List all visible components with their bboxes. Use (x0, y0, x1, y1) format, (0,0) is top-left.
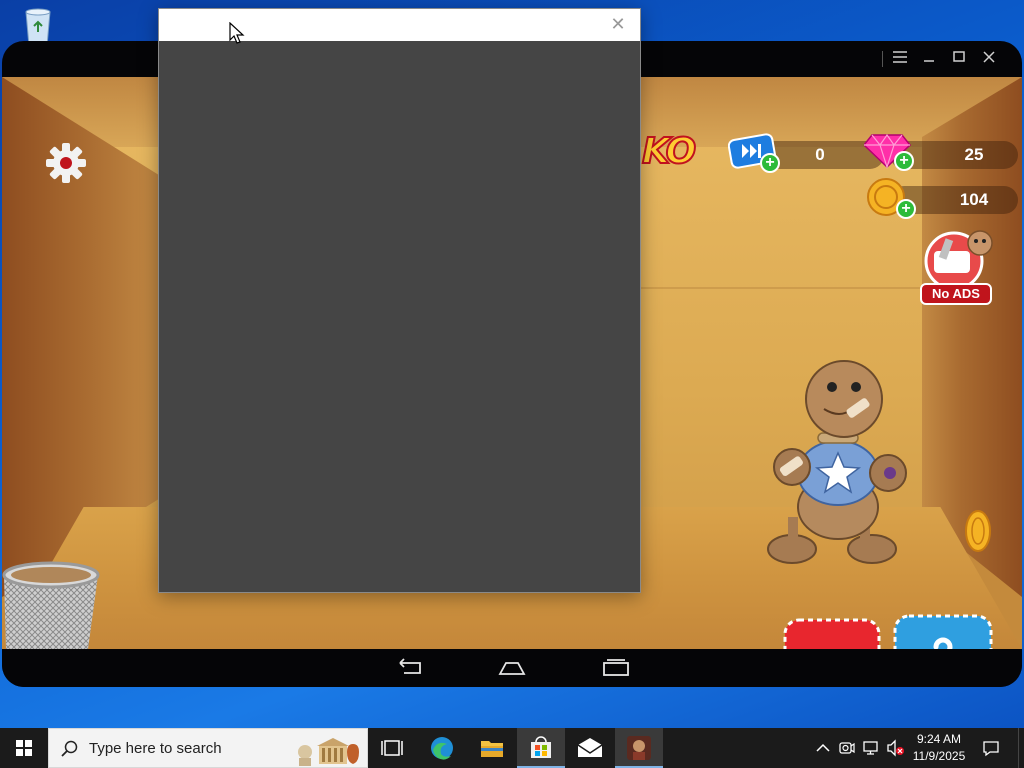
no-ads-label: No ADS (920, 283, 992, 305)
game-app-button[interactable] (615, 728, 663, 768)
task-view-icon (381, 740, 403, 756)
dialog-close-button[interactable]: ✕ (608, 14, 628, 34)
taskbar-clock[interactable]: 9:24 AM 11/9/2025 (906, 731, 972, 765)
edge-icon (431, 737, 453, 760)
outfits-button[interactable] (892, 613, 994, 649)
gear-icon[interactable] (44, 141, 88, 185)
weapons-button[interactable] (782, 617, 882, 649)
titlebar-separator (882, 51, 883, 67)
recents-icon[interactable] (600, 657, 632, 679)
no-ads-art-icon (924, 230, 993, 291)
minimize-icon[interactable] (918, 49, 940, 69)
coin-icon[interactable]: + (866, 177, 916, 221)
search-placeholder: Type here to search (89, 740, 222, 757)
add-tickets-button[interactable]: + (760, 153, 780, 173)
task-view-button[interactable] (368, 728, 416, 768)
android-nav-bar (2, 649, 1022, 687)
coins-value: 104 (959, 190, 989, 209)
webcam-icon[interactable] (838, 739, 856, 757)
taskbar: Type here to search 9:24 AM 11/9/2025 (0, 728, 1024, 768)
home-icon[interactable] (496, 657, 528, 679)
game-app-icon (627, 736, 651, 760)
maximize-icon[interactable] (948, 49, 970, 69)
mail-button[interactable] (566, 728, 614, 768)
network-icon[interactable] (862, 739, 880, 757)
ticket-icon[interactable]: + (727, 131, 782, 175)
trash-can[interactable] (2, 557, 102, 649)
chevron-up-icon[interactable] (814, 739, 832, 757)
no-ads-button[interactable]: No ADS (918, 227, 994, 309)
clock-time: 9:24 AM (916, 732, 962, 746)
folder-icon (481, 741, 503, 757)
add-gems-button[interactable]: + (894, 151, 914, 171)
gems-value: 25 (964, 145, 984, 164)
gem-icon[interactable]: + (862, 129, 914, 173)
store-button[interactable] (517, 728, 565, 768)
edge-button[interactable] (418, 728, 466, 768)
coin-pickup-icon[interactable] (964, 509, 992, 553)
show-desktop-button[interactable] (1018, 728, 1024, 768)
overlay-dialog: ✕ (158, 8, 641, 593)
search-highlight-icon (298, 738, 359, 766)
buddy-ragdoll[interactable] (762, 357, 922, 569)
menu-icon[interactable] (889, 49, 911, 69)
windows-logo-icon (16, 740, 32, 756)
mouse-cursor-icon (229, 21, 245, 44)
close-icon[interactable] (978, 49, 1000, 69)
notifications-icon[interactable] (982, 739, 1000, 757)
clock-date: 11/9/2025 (912, 749, 966, 763)
volume-muted-icon[interactable] (886, 739, 904, 757)
recycle-bin-icon[interactable] (14, 6, 62, 47)
mail-icon (577, 738, 603, 757)
back-icon[interactable] (394, 657, 426, 679)
file-explorer-button[interactable] (468, 728, 516, 768)
add-coins-button[interactable]: + (896, 199, 916, 219)
start-button[interactable] (0, 728, 48, 768)
search-icon (61, 740, 78, 757)
game-logo: KO (641, 130, 697, 173)
store-icon (531, 736, 551, 758)
search-box[interactable]: Type here to search (48, 728, 368, 768)
